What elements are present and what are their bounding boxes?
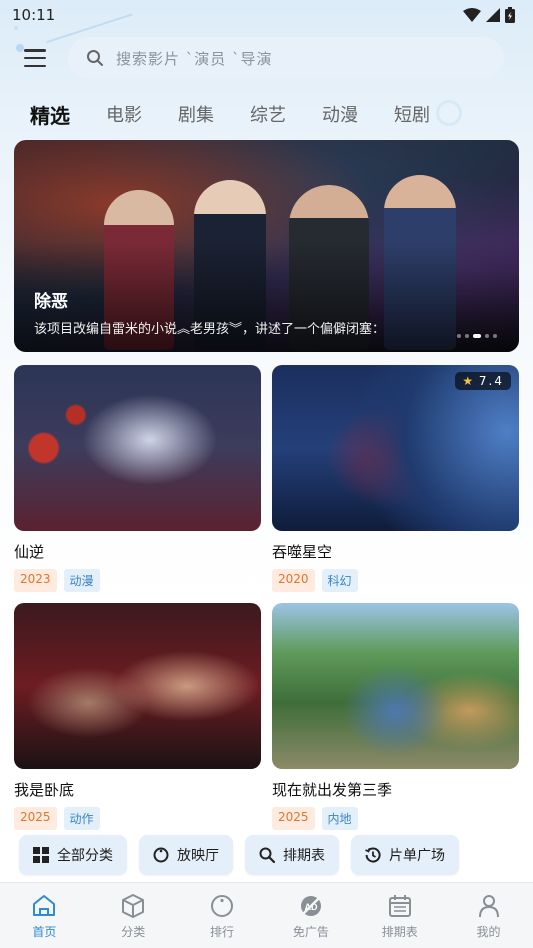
poster-image	[272, 603, 519, 769]
media-card[interactable]: ★ 7.4 吞噬星空 2020 科幻	[272, 365, 519, 592]
menu-icon	[24, 49, 46, 52]
quick-link-label: 片单广场	[389, 848, 445, 864]
nav-label: 免广告	[292, 924, 329, 939]
quick-links: 全部分类 放映厅 排期表 片单广场	[19, 835, 459, 875]
user-icon	[478, 894, 499, 917]
carousel-dots	[457, 334, 497, 338]
poster-image	[14, 365, 261, 531]
nav-label: 排期表	[381, 924, 418, 939]
screening-room-button[interactable]: 放映厅	[139, 835, 233, 875]
genre-badge: 动漫	[63, 569, 100, 592]
category-tabs: 精选 电影 剧集 综艺 动漫 短剧	[30, 100, 466, 128]
poster-image: ★ 7.4	[272, 365, 519, 531]
genre-badge: 科幻	[321, 569, 358, 592]
calendar-icon	[388, 894, 411, 917]
featured-banner[interactable]: 除恶 该项目改编自雷米的小说︽老男孩︾，讲述了一个偏僻闭塞：	[14, 140, 519, 352]
no-ads-icon: AD	[300, 895, 321, 916]
nav-profile[interactable]: 我的	[454, 892, 524, 940]
grid-icon	[33, 847, 49, 863]
search-icon	[87, 50, 103, 66]
poster-image	[14, 603, 261, 769]
nav-categories[interactable]: 分类	[98, 892, 168, 940]
genre-badge: 内地	[321, 807, 358, 830]
bottom-navigation: 首页 分类 排行 AD 免广告 排期表 我的	[0, 882, 533, 948]
year-badge: 2023	[14, 569, 57, 592]
banner-title: 除恶	[34, 292, 68, 312]
nav-label: 分类	[121, 924, 146, 939]
card-title: 吞噬星空	[272, 543, 333, 561]
battery-icon	[505, 7, 515, 23]
card-title: 现在就出发第三季	[272, 781, 393, 799]
rating-badge: ★ 7.4	[455, 372, 511, 390]
genre-badge: 动作	[63, 807, 100, 830]
status-time: 10:11	[12, 6, 56, 24]
year-badge: 2025	[14, 807, 57, 830]
search-placeholder: 搜索影片 ˋ演员 ˋ导演	[116, 49, 273, 68]
tab-featured[interactable]: 精选	[30, 100, 70, 129]
menu-button[interactable]	[24, 49, 46, 67]
wifi-icon	[463, 8, 481, 22]
quick-link-label: 放映厅	[177, 848, 219, 864]
nav-label: 首页	[32, 924, 57, 939]
star-icon: ★	[462, 374, 474, 388]
ranking-icon	[211, 894, 234, 917]
cube-icon	[122, 893, 145, 918]
tab-series[interactable]: 剧集	[178, 101, 214, 127]
quick-link-label: 排期表	[283, 848, 325, 864]
search-bar[interactable]: 搜索影片 ˋ演员 ˋ导演	[68, 37, 504, 79]
banner-description: 该项目改编自雷米的小说︽老男孩︾，讲述了一个偏僻闭塞：	[34, 322, 386, 337]
all-categories-button[interactable]: 全部分类	[19, 835, 127, 875]
media-card[interactable]: 我是卧底 2025 动作	[14, 603, 261, 830]
status-bar: 10:11	[0, 0, 533, 30]
card-title: 仙逆	[14, 543, 45, 561]
nav-ranking[interactable]: 排行	[187, 892, 257, 940]
nav-label: 排行	[210, 924, 235, 939]
nav-home[interactable]: 首页	[9, 892, 79, 940]
tab-variety[interactable]: 综艺	[250, 101, 286, 127]
tab-anime[interactable]: 动漫	[322, 101, 358, 127]
playlist-square-button[interactable]: 片单广场	[351, 835, 459, 875]
schedule-button[interactable]: 排期表	[245, 835, 339, 875]
rating-value: 7.4	[478, 374, 504, 388]
home-icon	[33, 894, 56, 916]
year-badge: 2025	[272, 807, 315, 830]
year-badge: 2020	[272, 569, 315, 592]
quick-link-label: 全部分类	[57, 848, 113, 864]
history-icon	[365, 847, 381, 863]
tab-indicator-ring	[436, 100, 462, 126]
signal-icon	[486, 8, 500, 22]
card-title: 我是卧底	[14, 781, 75, 799]
nav-label: 我的	[476, 924, 501, 939]
circle-icon	[153, 847, 169, 863]
nav-schedule[interactable]: 排期表	[365, 892, 435, 940]
decorative-dot	[16, 44, 24, 52]
media-card[interactable]: 仙逆 2023 动漫	[14, 365, 261, 592]
nav-no-ads[interactable]: AD 免广告	[276, 892, 346, 940]
status-icons	[463, 7, 515, 23]
tab-movies[interactable]: 电影	[106, 101, 142, 127]
search-icon	[259, 847, 275, 863]
media-card[interactable]: 现在就出发第三季 2025 内地	[272, 603, 519, 830]
tab-shorts[interactable]: 短剧	[394, 101, 430, 127]
